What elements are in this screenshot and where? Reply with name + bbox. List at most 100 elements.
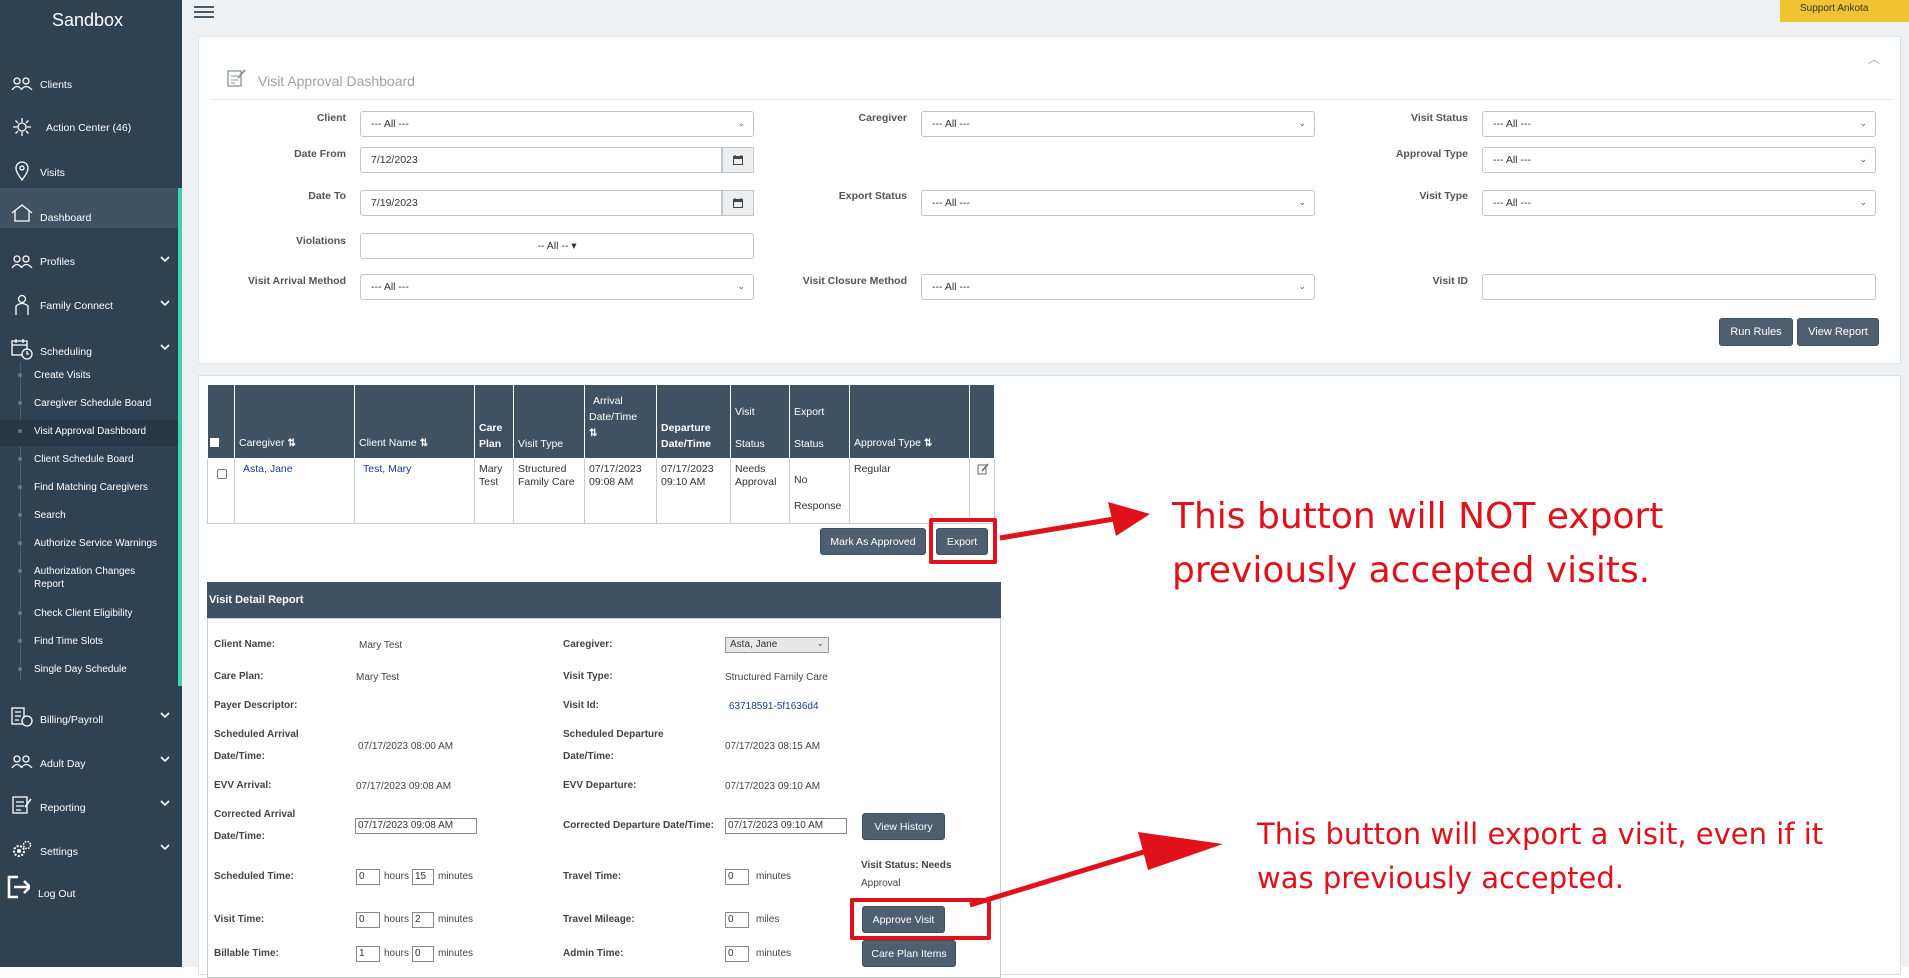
page-title: Visit Approval Dashboard	[258, 73, 415, 89]
date-to-input[interactable]: 7/19/2023	[360, 190, 722, 216]
visit-minutes-input[interactable]: 2	[412, 912, 434, 928]
billable-minutes-input[interactable]: 0	[412, 946, 434, 962]
cell-text: Mary	[479, 463, 503, 475]
mark-as-approved-button[interactable]: Mark As Approved	[820, 528, 926, 555]
minutes-label: minutes	[438, 871, 474, 882]
client-select[interactable]: --- All --- ⌄	[360, 111, 754, 137]
chevron-down-icon: ⌄	[1298, 197, 1306, 207]
nav-action-center[interactable]: Action Center (46)	[0, 106, 182, 148]
nav-family-connect[interactable]: Family Connect	[0, 284, 182, 326]
bullet	[18, 429, 22, 433]
visit-hours-input[interactable]: 0	[356, 912, 380, 928]
violations-select[interactable]: -- All -- ▾	[360, 233, 754, 259]
cell-caregiver-link[interactable]: Asta, Jane	[234, 458, 355, 524]
nav-billing-payroll[interactable]: Billing/Payroll	[0, 696, 182, 738]
sidebar-item-authorization-changes-report[interactable]: Authorization Changes Report	[0, 560, 178, 596]
header-label: Visit Type	[518, 438, 564, 450]
sidebar-item-search[interactable]: Search	[0, 504, 178, 530]
annotation-text: was previously accepted.	[1257, 861, 1624, 895]
support-button[interactable]: Support Ankota	[1780, 0, 1909, 22]
sidebar-item-find-time-slots[interactable]: Find Time Slots	[0, 630, 178, 656]
visit-id-value[interactable]: 63718591-5f1636d4	[729, 701, 819, 712]
nav-label: Log Out	[38, 888, 76, 900]
arrival-method-select[interactable]: --- All --- ⌄	[360, 274, 754, 300]
closure-method-select[interactable]: --- All --- ⌄	[921, 274, 1315, 300]
annotation-text: This button will NOT export	[1172, 496, 1664, 537]
nav-dashboard[interactable]: Dashboard	[0, 188, 182, 228]
calendar-icon[interactable]	[722, 190, 754, 216]
nav-logout[interactable]: Log Out	[0, 866, 182, 908]
corrected-departure-input[interactable]: 07/17/2023 09:10 AM	[725, 818, 847, 834]
nav-reporting[interactable]: Reporting	[0, 784, 182, 826]
nav-clients[interactable]: Clients	[0, 62, 182, 104]
admin-time-input[interactable]: 0	[725, 946, 749, 962]
billable-hours-input[interactable]: 1	[356, 946, 380, 962]
col-export-status: Export Status	[789, 384, 850, 459]
nav-visits[interactable]: Visits	[0, 150, 182, 192]
collapse-caret-icon[interactable]: ︿	[1868, 50, 1880, 67]
sort-icon[interactable]: ⇅	[287, 438, 295, 449]
gears-icon	[10, 838, 34, 860]
calendar-icon[interactable]	[722, 147, 754, 173]
sidebar-item-authorize-service-warnings[interactable]: Authorize Service Warnings	[0, 532, 178, 558]
cell-export-status: No Response	[789, 458, 850, 524]
col-arrival[interactable]: Arrival Date/Time ⇅	[584, 384, 657, 459]
corrected-arrival-input[interactable]: 07/17/2023 09:08 AM	[355, 818, 477, 834]
col-client-name[interactable]: Client Name ⇅	[354, 384, 475, 459]
sched-minutes-input[interactable]: 15	[412, 869, 434, 885]
sidebar-item-visit-approval-dashboard[interactable]: Visit Approval Dashboard	[0, 420, 178, 446]
export-status-select[interactable]: --- All --- ⌄	[921, 190, 1315, 216]
view-history-button[interactable]: View History	[862, 813, 945, 840]
sidebar-item-label: Create Visits	[34, 370, 91, 381]
approval-type-select[interactable]: --- All --- ⌄	[1482, 147, 1876, 173]
sidebar-item-caregiver-schedule-board[interactable]: Caregiver Schedule Board	[0, 392, 178, 418]
caregiver-select[interactable]: Asta, Jane ⌄	[725, 637, 829, 653]
nav-profiles[interactable]: Profiles	[0, 240, 182, 282]
cell-client-link[interactable]: Test, Mary	[354, 458, 475, 524]
nav-settings[interactable]: Settings	[0, 828, 182, 870]
minutes-label: minutes	[438, 948, 474, 959]
header-label: Departure	[661, 422, 711, 434]
sidebar-item-find-matching-caregivers[interactable]: Find Matching Caregivers	[0, 476, 178, 502]
header-label: Status	[794, 438, 824, 450]
col-approval-type[interactable]: Approval Type ⇅	[849, 384, 970, 459]
run-rules-button[interactable]: Run Rules	[1719, 318, 1793, 346]
cell-text: Approval	[735, 476, 777, 488]
row-checkbox[interactable]	[217, 469, 227, 479]
col-caregiver[interactable]: Caregiver ⇅	[234, 384, 355, 459]
caregiver-select[interactable]: --- All --- ⌄	[921, 111, 1315, 137]
sidebar-item-check-client-eligibility[interactable]: Check Client Eligibility	[0, 602, 178, 628]
cell-text: Family Care	[518, 476, 575, 488]
care-plan-items-button[interactable]: Care Plan Items	[862, 940, 956, 967]
visit-status-select[interactable]: --- All --- ⌄	[1482, 111, 1876, 137]
travel-mileage-input[interactable]: 0	[725, 912, 749, 928]
date-from-input[interactable]: 7/12/2023	[360, 147, 722, 173]
select-all-checkbox[interactable]	[210, 438, 219, 447]
sidebar-item-single-day-schedule[interactable]: Single Day Schedule	[0, 658, 178, 684]
sort-icon[interactable]: ⇅	[420, 438, 428, 449]
sidebar-item-create-visits[interactable]: Create Visits	[0, 364, 178, 390]
logout-icon	[6, 875, 30, 899]
nav-label: Reporting	[40, 802, 86, 814]
home-icon	[10, 202, 34, 224]
nav-label: Family Connect	[40, 300, 113, 312]
bullet	[18, 457, 22, 461]
family-icon	[10, 294, 34, 316]
export-highlight-box	[929, 518, 997, 564]
chevron-down-icon	[160, 842, 170, 854]
visit-type-select[interactable]: --- All --- ⌄	[1482, 190, 1876, 216]
travel-time-input[interactable]: 0	[725, 869, 749, 885]
nav-label: Dashboard	[40, 212, 92, 224]
sort-icon[interactable]: ⇅	[924, 438, 932, 449]
select-value: --- All ---	[932, 281, 970, 293]
nav-adult-day[interactable]: Adult Day	[0, 740, 182, 782]
sched-hours-input[interactable]: 0	[356, 869, 380, 885]
view-report-button[interactable]: View Report	[1797, 318, 1879, 346]
cell-text: Test	[479, 476, 499, 488]
sort-icon[interactable]: ⇅	[589, 428, 597, 439]
visit-id-input[interactable]	[1482, 274, 1876, 300]
nav-label: Action Center (46)	[46, 122, 132, 134]
sidebar-item-client-schedule-board[interactable]: Client Schedule Board	[0, 448, 178, 474]
annotation-text: previously accepted visits.	[1172, 550, 1651, 591]
hamburger-menu-icon[interactable]	[194, 6, 214, 20]
